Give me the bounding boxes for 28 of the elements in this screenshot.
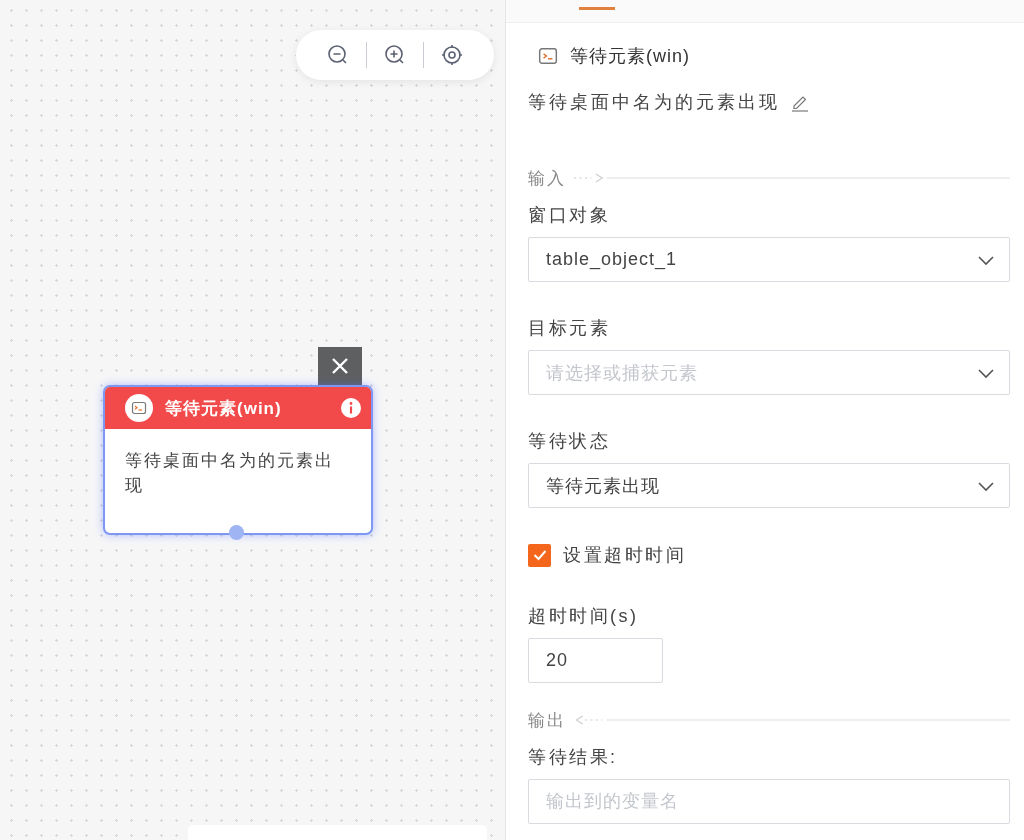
flow-node[interactable]: 等待元素(win) 等待桌面中名为的元素出现 [103, 385, 373, 535]
terminal-icon [538, 46, 558, 66]
close-button[interactable] [318, 347, 362, 385]
checkmark-icon [532, 549, 547, 561]
text-field[interactable]: 输出到的变量名 [528, 779, 1010, 824]
chevron-down-icon [977, 479, 995, 492]
node-title: 等待元素(win) [165, 397, 283, 420]
field-label: 目标元素 [528, 317, 611, 340]
chevron-down-icon [977, 366, 995, 379]
panel-title: 等待元素(win) [570, 45, 690, 68]
field-label: 超时时间(s) [528, 605, 640, 628]
close-icon [331, 357, 349, 375]
field-label: 等待状态 [528, 430, 611, 453]
field-label: 窗口对象 [528, 204, 611, 227]
chevron-down-icon [977, 253, 995, 266]
section-label: 输出 [528, 709, 566, 732]
field-label: 等待结果: [528, 746, 619, 769]
section-label: 输入 [528, 167, 566, 190]
checkbox-label: 设置超时时间 [563, 544, 686, 567]
select-field[interactable]: table_object_1 [528, 237, 1010, 282]
select-field[interactable]: 等待元素出现 [528, 463, 1010, 508]
info-icon[interactable] [341, 398, 361, 418]
number-field[interactable]: 20 [528, 638, 663, 683]
active-tab-indicator [579, 7, 615, 10]
terminal-icon [125, 394, 153, 422]
checkbox[interactable] [528, 543, 551, 567]
node-description: 等待桌面中名为的元素出现 [124, 450, 335, 497]
panel-description: 等待桌面中名为的元素出现 [528, 91, 780, 114]
